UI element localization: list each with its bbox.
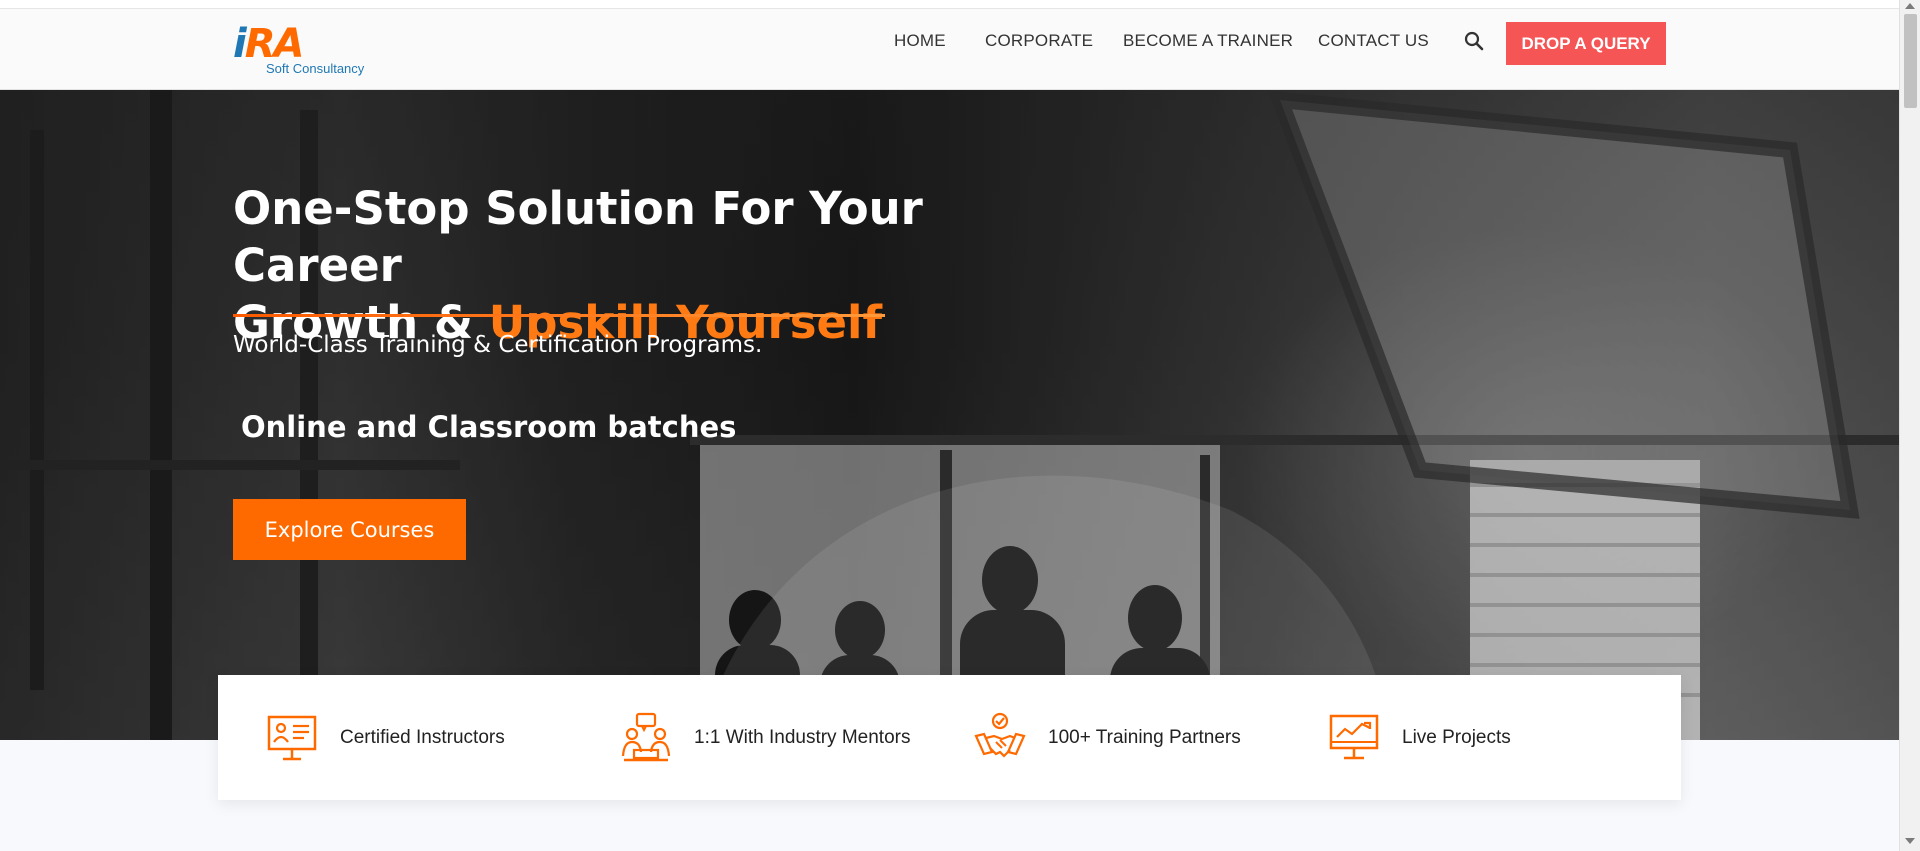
logo-subtitle: Soft Consultancy bbox=[266, 61, 365, 76]
scroll-up-arrow-icon[interactable] bbox=[1905, 3, 1915, 9]
hero-title: One-Stop Solution For Your Career Growth … bbox=[233, 180, 993, 351]
feature-training-partners: 100+ Training Partners bbox=[974, 710, 1241, 766]
top-strip bbox=[0, 0, 1899, 9]
analytics-monitor-icon bbox=[1329, 714, 1379, 760]
hero-banner: One-Stop Solution For Your Career Growth … bbox=[0, 90, 1899, 740]
hero-title-line1: One-Stop Solution For Your Career bbox=[233, 182, 923, 292]
hero-batches-text: Online and Classroom batches bbox=[241, 410, 737, 444]
nav-corporate[interactable]: CORPORATE bbox=[985, 31, 1093, 51]
hero-divider bbox=[233, 314, 885, 317]
mentor-meeting-icon bbox=[621, 712, 671, 762]
scroll-down-arrow-icon[interactable] bbox=[1905, 838, 1915, 844]
explore-courses-button[interactable]: Explore Courses bbox=[233, 499, 466, 560]
page-scrollbar[interactable] bbox=[1899, 0, 1920, 851]
logo-mark-i: i bbox=[233, 21, 247, 67]
site-logo[interactable]: iRA Soft Consultancy bbox=[233, 21, 373, 77]
nav-contact-us[interactable]: CONTACT US bbox=[1318, 31, 1429, 51]
drop-a-query-button[interactable]: DROP A QUERY bbox=[1506, 22, 1666, 65]
feature-industry-mentors: 1:1 With Industry Mentors bbox=[620, 710, 910, 766]
feature-live-projects: Live Projects bbox=[1328, 710, 1511, 766]
nav-home[interactable]: HOME bbox=[894, 31, 946, 51]
feature-label: 100+ Training Partners bbox=[1048, 727, 1241, 748]
feature-certified-instructors: Certified Instructors bbox=[266, 710, 505, 766]
feature-label: 1:1 With Industry Mentors bbox=[694, 727, 911, 748]
search-icon[interactable] bbox=[1462, 29, 1486, 53]
nav-become-a-trainer[interactable]: BECOME A TRAINER bbox=[1123, 31, 1293, 51]
handshake-icon bbox=[974, 712, 1026, 758]
features-bar: Certified Instructors 1:1 With Industry … bbox=[218, 675, 1681, 800]
site-header: iRA Soft Consultancy HOME CORPORATE BECO… bbox=[0, 9, 1899, 90]
hero-subtitle: World-Class Training & Certification Pro… bbox=[233, 332, 763, 358]
feature-label: Certified Instructors bbox=[340, 727, 505, 748]
scrollbar-thumb[interactable] bbox=[1904, 14, 1917, 108]
feature-label: Live Projects bbox=[1402, 727, 1511, 748]
instructor-presentation-icon bbox=[267, 715, 317, 761]
